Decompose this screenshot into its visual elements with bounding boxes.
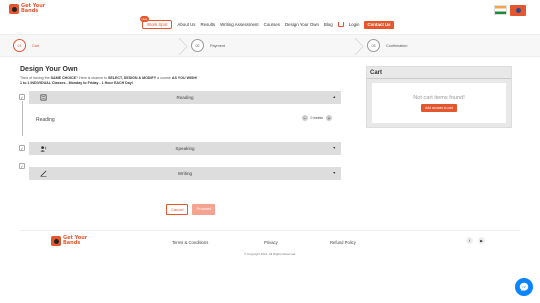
course-header[interactable]: Writing ▼ [29,167,341,180]
proceed-button[interactable]: Proceed [192,204,216,215]
course-name: Reading [176,95,194,100]
cart-title: Cart [367,67,511,79]
step-payment[interactable]: 02 Payment [191,39,225,52]
work-spot-label: Work Spot [147,22,168,28]
course-name: Speaking [175,146,195,151]
intro-schedule: 1 to 1 INDIVIDUAL Classes - Monday to Fr… [20,81,133,85]
minus-button[interactable]: − [301,115,308,121]
step-number: 03 [367,39,380,52]
step-number: 01 [13,39,26,52]
caret-down-icon[interactable]: ▼ [332,171,336,175]
step-label: Cart [32,43,40,48]
design-your-own-section: Design Your Own Tired of having the SAME… [19,66,362,180]
logo-icon [9,4,19,14]
checkout-steps: 01 Cart 02 Payment 03 Confirmation [0,34,540,57]
nav-results[interactable]: Results [200,22,215,27]
chevron-right-icon [178,38,188,55]
cancel-button[interactable]: Cancel [166,204,189,215]
caret-down-icon[interactable]: ▼ [332,146,336,150]
course-writing: ✓ Writing ▼ [19,163,341,180]
new-badge: New [140,16,149,22]
brand-line2: Bands [21,8,39,14]
course-speaking: ✓ Speaking ▼ [19,142,341,155]
user-avatar[interactable] [510,5,526,16]
caret-up-icon[interactable]: ▲ [332,95,336,99]
footer-logo[interactable]: Get Your Bands [51,236,87,246]
step-cart[interactable]: 01 Cart [13,39,39,52]
contact-us-button[interactable]: Contact Us [364,20,394,29]
facebook-icon[interactable]: f [466,237,473,244]
youtube-icon[interactable]: ▶ [478,237,485,244]
intro-text: Tired of having the SAME CHOICE? Here is… [20,76,362,86]
book-icon [40,94,47,101]
rail-line [22,101,23,136]
nav-blog[interactable]: Blog [324,22,333,27]
terms-link[interactable]: Terms & Conditions [172,240,208,245]
speaking-checkbox[interactable]: ✓ [19,145,25,151]
nav-courses[interactable]: Courses [264,22,280,27]
brand-line2: Bands [63,240,81,246]
intro-bold-3: AS YOU WISH! [171,76,198,80]
course-header[interactable]: Speaking ▼ [29,142,341,155]
india-flag-icon[interactable] [494,5,507,15]
course-reading: ✓ Reading ▲ Reading − 0 weeks + [19,91,341,136]
nav-login[interactable]: Login [349,22,360,27]
speaking-icon [40,146,47,152]
step-label: Payment [210,43,225,48]
course-name: Writing [177,171,193,176]
plus-button[interactable]: + [326,115,332,121]
nav-about[interactable]: About Us [177,22,195,27]
writing-checkbox[interactable]: ✓ [19,163,25,169]
page-title: Design Your Own [20,66,78,73]
intro-mid: ? Here is chance to [76,76,108,80]
cart-icon[interactable] [337,22,344,28]
messenger-icon [519,282,529,292]
weeks-stepper: − 0 weeks + [301,115,332,121]
nav-writing-assessment[interactable]: Writing Assessment [220,22,258,27]
logo-icon [51,236,61,246]
cart-content: Not cart items found! Add courses to car… [372,83,506,123]
reading-checkbox[interactable]: ✓ [19,94,25,100]
intro-bold-1: SAME CHOICE [50,76,76,80]
footer-divider [20,230,520,231]
privacy-link[interactable]: Privacy [264,240,278,245]
course-header[interactable]: Reading ▲ [29,91,341,104]
course-body-name: Reading [36,117,55,123]
intro-bold-2: SELECT, DESIGN & MODIFY [107,76,157,80]
cart-empty-message: Not cart items found! [413,94,465,101]
intro-mid-2: a course [156,76,172,80]
step-number: 02 [191,39,204,52]
step-label: Confirmation [386,43,408,48]
weeks-value: 0 weeks [310,116,323,120]
add-courses-button[interactable]: Add courses to cart [421,103,457,112]
step-confirmation[interactable]: 03 Confirmation [367,39,408,52]
intro-pre: Tired of having the [20,76,51,80]
copyright-text: © Copyright 2021, All Rights Reserved. [243,252,297,256]
nav-design-your-own[interactable]: Design Your Own [285,22,319,27]
work-spot-button[interactable]: New Work Spot [140,16,173,30]
form-actions: Cancel Proceed [166,204,216,215]
brand-logo[interactable]: Get Your Bands [9,4,45,14]
intro-line-2: 1 to 1 INDIVIDUAL Classes - Monday to Fr… [20,81,362,86]
refund-link[interactable]: Refund Policy [330,240,356,245]
main-nav: New Work Spot About Us Results Writing A… [140,16,394,30]
pen-icon [40,170,47,177]
cart-panel: Cart Not cart items found! Add courses t… [366,66,512,128]
chevron-right-icon [354,38,364,55]
messenger-chat-button[interactable] [515,278,533,296]
site-header: Get Your Bands New Work Spot About Us Re… [0,0,540,33]
footer-logo-text: Get Your Bands [63,236,87,246]
logo-text: Get Your Bands [21,4,45,14]
course-body: Reading − 0 weeks + [29,104,341,136]
